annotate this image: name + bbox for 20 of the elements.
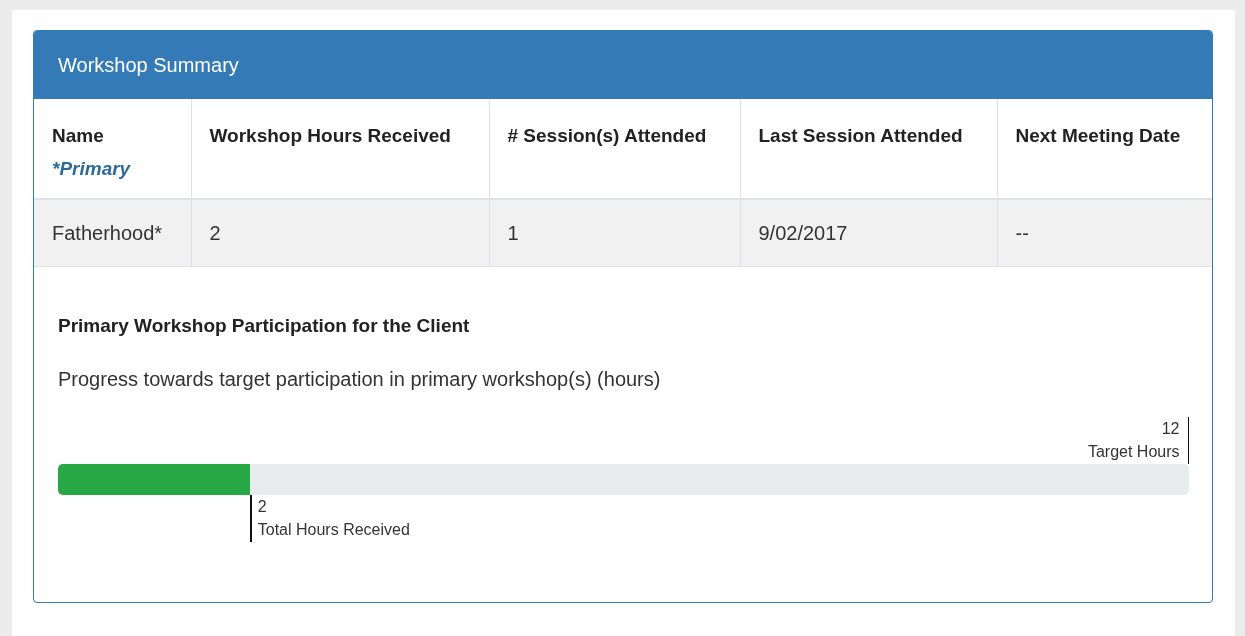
table-cell: 1 xyxy=(489,199,740,267)
received-value: 2 xyxy=(257,497,268,517)
target-marker-line xyxy=(1187,417,1189,464)
column-label: Last Session Attended xyxy=(758,124,964,148)
table-cell: 9/02/2017 xyxy=(740,199,997,267)
table-cell: 2 xyxy=(191,199,489,267)
received-marker-line xyxy=(250,495,252,542)
received-label: Total Hours Received xyxy=(257,520,410,540)
target-label: Target Hours xyxy=(1087,442,1180,462)
column-label: Name xyxy=(52,124,105,148)
column-label: # Session(s) Attended xyxy=(507,124,708,148)
table-cell: -- xyxy=(997,199,1212,267)
column-label: Workshop Hours Received xyxy=(209,124,452,148)
table-cell: Fatherhood* xyxy=(34,199,191,267)
section-description: Progress towards target participation in primary workshop(s) (hours) xyxy=(58,368,662,391)
column-label: Next Meeting Date xyxy=(1015,124,1182,148)
primary-note: *Primary xyxy=(52,157,132,181)
target-value: 12 xyxy=(1161,419,1180,439)
section-heading: Primary Workshop Participation for the Client xyxy=(58,315,471,337)
panel-title: Workshop Summary xyxy=(58,53,239,77)
